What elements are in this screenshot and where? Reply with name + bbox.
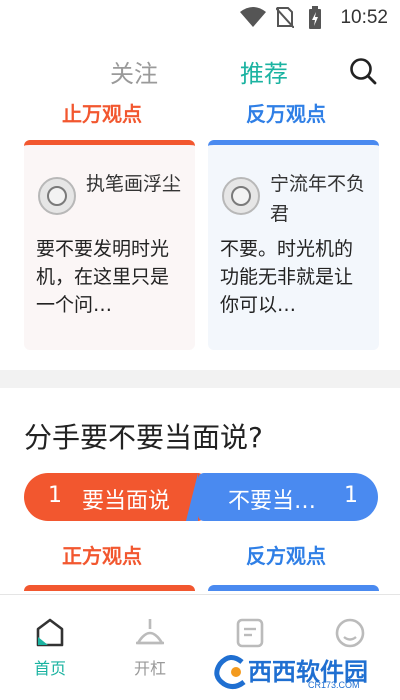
status-time: 10:52 [340,7,388,28]
pro-viewpoint-card[interactable]: 执笔画浮尘 要不要发明时光机，在这里只是一个问… [24,140,195,350]
wifi-icon [240,7,266,27]
section-divider [0,370,400,388]
top-tabs: 关注 推荐 [0,50,400,94]
vote-pro-button[interactable]: 1 要当面说 [24,473,216,521]
con-vote-label: 不要当… [228,489,317,514]
battery-charging-icon [309,6,321,29]
nav-label: 首页 [33,659,66,678]
home-icon [36,618,64,647]
con-side-title: 反方观点 [246,544,326,568]
status-bar: 10:52 [0,0,400,36]
card-excerpt: 不要。时光机的功能无非就是让你可以… [220,238,354,316]
con-card-preview[interactable] [208,585,379,591]
topic-question[interactable]: 分手要不要当面说? [24,416,263,456]
profile-icon [335,618,365,648]
con-viewpoint-title: 反万观点 [246,102,326,126]
search-icon[interactable] [348,56,378,86]
con-viewpoint-card[interactable]: 宁流年不负君 不要。时光机的功能无非就是让你可以… [208,140,379,350]
nav-label: 开杠 [133,659,166,678]
con-vote-count: 1 [344,483,358,508]
card-author: 宁流年不负君 [270,173,366,225]
watermark-logo: 西西软件园 CR173.COM [212,650,398,694]
pro-card-preview[interactable] [24,585,195,591]
watermark-sub: CR173.COM [308,680,360,690]
nav-home[interactable]: 首页 [0,595,100,695]
debate-icon [136,619,164,645]
avatar [38,177,76,215]
card-excerpt: 要不要发明时光机，在这里只是一个问… [36,238,170,316]
avatar [222,177,260,215]
tab-recommend[interactable]: 推荐 [240,54,288,89]
pro-vote-label: 要当面说 [82,489,171,514]
card-author: 执笔画浮尘 [86,173,182,195]
tab-follow[interactable]: 关注 [110,54,158,89]
nav-debate[interactable]: 开杠 [100,595,200,695]
pro-vote-count: 1 [48,483,62,508]
pro-viewpoint-title: 止万观点 [62,102,142,126]
no-sim-icon [276,7,294,28]
document-icon [236,618,264,648]
vote-con-button[interactable]: 不要当… 1 [186,473,378,521]
pro-side-title: 正方观点 [62,544,142,568]
